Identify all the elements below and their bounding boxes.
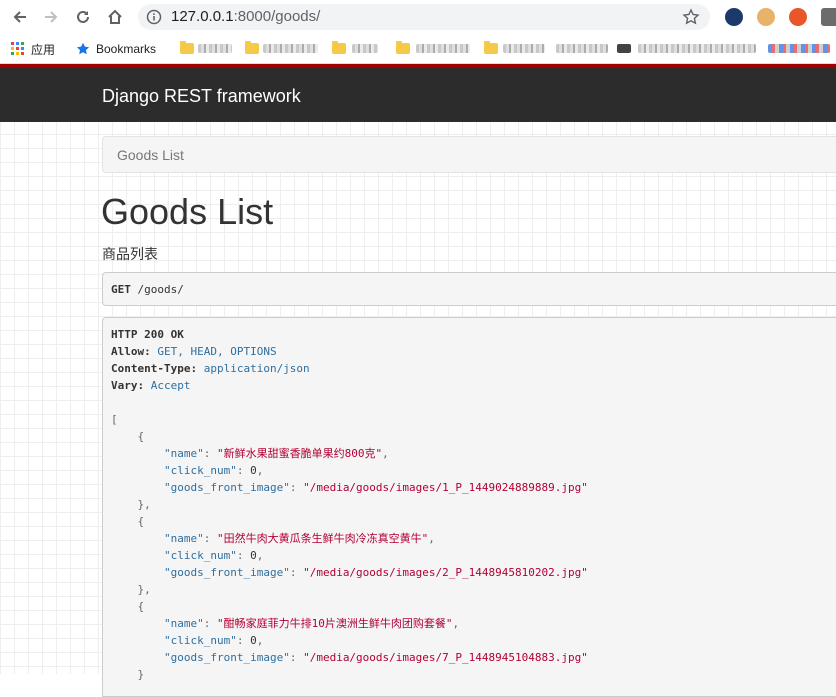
json-item-name: "酣畅家庭菲力牛排10片澳洲生鲜牛肉团购套餐" xyxy=(216,617,453,630)
blurred-bookmark[interactable] xyxy=(503,44,545,53)
back-arrow-icon xyxy=(13,11,26,23)
back-button[interactable] xyxy=(8,5,32,29)
extension-fox-icon[interactable] xyxy=(757,8,775,26)
url-host: 127.0.0.1 xyxy=(171,8,234,25)
json-key-click-num: "click_num" xyxy=(163,549,237,562)
response-info: HTTP 200 OK Allow: GET, HEAD, OPTIONS Co… xyxy=(102,317,836,697)
reload-button[interactable] xyxy=(71,5,95,29)
bookmark-star-icon[interactable] xyxy=(682,8,700,26)
json-key-goods-front-image: "goods_front_image" xyxy=(163,651,290,664)
bookmarks-folder[interactable]: Bookmarks xyxy=(76,41,156,57)
json-key-name: "name" xyxy=(163,532,204,545)
blurred-bookmark[interactable] xyxy=(556,44,608,53)
allow-label: Allow: xyxy=(111,345,151,358)
blurred-bookmark[interactable] xyxy=(638,44,756,53)
info-icon[interactable] xyxy=(146,9,162,25)
json-key-goods-front-image: "goods_front_image" xyxy=(163,566,290,579)
json-key-name: "name" xyxy=(163,617,204,630)
content-type-value: application/json xyxy=(203,362,310,375)
extension-e-icon[interactable] xyxy=(725,8,743,26)
url-path: :8000/goods/ xyxy=(233,8,321,25)
json-close-brace: } xyxy=(137,668,145,681)
json-item-goods-front-image: "/media/goods/images/1_P_1449024889889.j… xyxy=(303,481,588,494)
vary-value: Accept xyxy=(150,379,191,392)
blurred-bookmark[interactable] xyxy=(263,44,318,53)
extension-infinity-icon[interactable] xyxy=(789,8,807,26)
home-icon xyxy=(108,9,122,24)
response-body: HTTP 200 OK Allow: GET, HEAD, OPTIONS Co… xyxy=(111,328,588,681)
apps-shortcut[interactable]: 应用 xyxy=(11,41,55,57)
folder-icon[interactable] xyxy=(332,41,346,54)
reload-icon xyxy=(77,10,89,23)
json-open-brace: { xyxy=(137,430,145,443)
url-text[interactable]: 127.0.0.1:8000/goods/ xyxy=(171,8,320,25)
request-line: GET /goods/ xyxy=(111,283,184,296)
folder-icon[interactable] xyxy=(180,41,194,54)
json-item-goods-front-image: "/media/goods/images/2_P_1448945810202.j… xyxy=(303,566,588,579)
json-key-goods-front-image: "goods_front_image" xyxy=(163,481,290,494)
json-key-click-num: "click_num" xyxy=(163,634,237,647)
allow-value: GET, HEAD, OPTIONS xyxy=(157,345,277,358)
blurred-bookmark[interactable] xyxy=(416,44,470,53)
json-item-name: "田然牛肉大黄瓜条生鲜牛肉冷冻真空黄牛" xyxy=(216,532,429,545)
vary-label: Vary: xyxy=(111,379,145,392)
blurred-bookmark[interactable] xyxy=(617,44,631,53)
bookmarks-bar: 应用 Bookmarks xyxy=(0,34,836,64)
forward-arrow-icon xyxy=(45,11,58,23)
page-content: Django REST framework Goods List Goods L… xyxy=(0,64,836,697)
navbar: Django REST framework xyxy=(0,68,836,122)
json-item-click-num: 0 xyxy=(250,634,257,647)
json-item-name: "新鲜水果甜蜜香脆单果约800克" xyxy=(216,447,383,460)
json-close-brace: }, xyxy=(137,583,151,596)
json-open-brace: { xyxy=(137,600,145,613)
json-item-goods-front-image: "/media/goods/images/7_P_1448945104883.j… xyxy=(303,651,588,664)
request-path: /goods/ xyxy=(137,283,184,296)
breadcrumb-item-goods-list[interactable]: Goods List xyxy=(117,147,184,163)
extension-s-icon[interactable] xyxy=(821,8,836,26)
forward-button[interactable] xyxy=(39,5,63,29)
apps-label: 应用 xyxy=(31,42,56,57)
json-key-click-num: "click_num" xyxy=(163,464,237,477)
bookmarks-label: Bookmarks xyxy=(96,42,157,56)
breadcrumb: Goods List xyxy=(102,136,836,173)
folder-icon[interactable] xyxy=(396,41,410,54)
brand-link[interactable]: Django REST framework xyxy=(102,86,301,107)
address-bar[interactable]: 127.0.0.1:8000/goods/ xyxy=(138,4,710,30)
folder-icon[interactable] xyxy=(245,41,259,54)
folder-icon[interactable] xyxy=(484,41,498,54)
blurred-bookmark[interactable] xyxy=(352,44,378,53)
browser-toolbar: 127.0.0.1:8000/goods/ xyxy=(0,0,836,34)
content-type-label: Content-Type: xyxy=(111,362,198,375)
page-title: Goods List xyxy=(101,191,274,232)
response-status: HTTP 200 OK xyxy=(111,328,184,341)
json-key-name: "name" xyxy=(163,447,204,460)
blue-star-icon xyxy=(76,42,90,55)
request-info: GET /goods/ xyxy=(102,272,836,306)
blurred-bookmark[interactable] xyxy=(768,44,830,53)
blurred-bookmark[interactable] xyxy=(198,44,232,53)
request-method: GET xyxy=(111,283,131,296)
json-open-brace: { xyxy=(137,515,145,528)
apps-grid-icon xyxy=(11,42,24,55)
home-button[interactable] xyxy=(103,5,127,29)
json-item-click-num: 0 xyxy=(250,464,257,477)
json-open-bracket: [ xyxy=(111,413,118,426)
page-description: 商品列表 xyxy=(102,246,158,262)
json-item-click-num: 0 xyxy=(250,549,257,562)
json-close-brace: }, xyxy=(137,498,151,511)
